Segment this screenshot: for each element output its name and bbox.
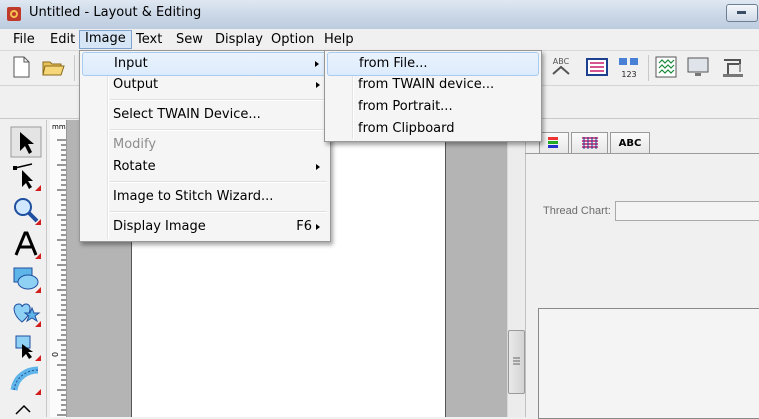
menu-item-select-twain[interactable]: Select TWAIN Device...	[82, 104, 328, 126]
text-arc-label: ABC	[553, 57, 570, 66]
new-file-icon[interactable]	[8, 54, 34, 80]
text-tool[interactable]	[10, 228, 42, 260]
menu-separator	[110, 211, 327, 213]
shape-tool[interactable]	[10, 262, 42, 294]
image-menu: Input Output Select TWAIN Device... Modi…	[79, 50, 331, 242]
menu-item-label: Output	[113, 77, 159, 92]
menu-item-input[interactable]: Input	[82, 52, 328, 76]
app-icon	[7, 7, 21, 21]
zoom-tool[interactable]	[10, 194, 42, 226]
menu-item-display-image[interactable]: Display Image F6	[82, 216, 328, 238]
menu-item-from-portrait[interactable]: from Portrait...	[327, 96, 539, 118]
menu-item-modify: Modify	[82, 134, 328, 156]
tab-text-attributes[interactable]: ABC	[610, 132, 650, 154]
menu-separator	[110, 129, 327, 131]
menu-item-label: Select TWAIN Device...	[113, 107, 261, 122]
submenu-arrow-icon	[316, 224, 320, 230]
fill-tool[interactable]	[10, 330, 42, 362]
toolbar-separator	[648, 55, 649, 81]
sequence-label: 123	[621, 70, 636, 79]
menu-separator	[110, 99, 327, 101]
input-submenu: from File... from TWAIN device... from P…	[324, 50, 542, 142]
ruler-ticks	[57, 139, 66, 416]
grip-icon	[513, 357, 520, 365]
menu-shortcut: F6	[296, 219, 312, 234]
manual-punch-tool[interactable]	[10, 400, 42, 417]
menu-item-from-file[interactable]: from File...	[327, 52, 539, 76]
tab-pattern[interactable]	[571, 132, 608, 154]
outline-shape-tool[interactable]	[10, 296, 42, 328]
point-edit-tool[interactable]	[10, 160, 42, 192]
menu-item-label: Modify	[113, 137, 157, 152]
title-bar: Untitled - Layout & Editing	[0, 0, 759, 30]
minimize-icon	[737, 11, 746, 14]
stitch-tool[interactable]	[10, 364, 42, 396]
text-arc-icon[interactable]: ABC	[548, 54, 574, 80]
open-folder-icon[interactable]	[40, 54, 66, 80]
menu-separator	[110, 181, 327, 183]
menu-item-output[interactable]: Output	[82, 74, 328, 96]
minimize-button[interactable]	[726, 4, 758, 22]
menu-edit[interactable]: Edit	[45, 31, 80, 48]
menu-item-label: Input	[114, 56, 148, 71]
menu-file[interactable]: File	[8, 31, 40, 48]
menu-image[interactable]: Image	[79, 30, 132, 49]
menu-item-rotate[interactable]: Rotate	[82, 156, 328, 178]
menu-item-image-to-stitch-wizard[interactable]: Image to Stitch Wizard...	[82, 186, 328, 208]
tab-panel-border	[525, 153, 759, 154]
thread-color-icon	[548, 137, 558, 148]
tab-thread-color[interactable]	[539, 132, 569, 154]
menu-option[interactable]: Option	[266, 31, 319, 48]
menu-help[interactable]: Help	[319, 31, 359, 48]
ruler-unit: mm	[52, 123, 66, 131]
pattern-icon	[582, 137, 598, 149]
menu-item-label: Image to Stitch Wizard...	[113, 189, 274, 204]
submenu-arrow-icon	[315, 61, 319, 67]
sewing-machine-icon[interactable]	[720, 54, 746, 80]
menu-item-from-clipboard[interactable]: from Clipboard	[327, 118, 539, 140]
scrollbar-thumb[interactable]	[508, 330, 525, 394]
menu-item-label: Display Image	[113, 219, 206, 234]
submenu-arrow-icon	[316, 82, 320, 88]
menu-item-from-twain-device[interactable]: from TWAIN device...	[327, 74, 539, 96]
select-arrow-icon[interactable]	[10, 126, 42, 158]
menu-item-label: Rotate	[113, 159, 156, 174]
submenu-arrow-icon	[316, 164, 320, 170]
stitch-view-icon[interactable]	[653, 54, 679, 80]
monitor-icon[interactable]	[685, 54, 711, 80]
menu-sew[interactable]: Sew	[171, 31, 208, 48]
toolbar-separator	[74, 55, 75, 81]
menu-text[interactable]: Text	[131, 31, 167, 48]
punch-icon	[15, 404, 31, 415]
thread-chart-label: Thread Chart:	[543, 205, 611, 217]
thread-preview-box	[538, 308, 759, 419]
menu-display[interactable]: Display	[210, 31, 268, 48]
stitch-pattern-icon[interactable]	[584, 54, 610, 80]
window-title: Untitled - Layout & Editing	[29, 5, 202, 20]
tool-palette	[0, 120, 47, 417]
sequence-icon[interactable]: 123	[616, 54, 642, 80]
menu-bar: File Edit Image Text Sew Display Option …	[0, 29, 759, 51]
thread-chart-select[interactable]	[615, 201, 759, 221]
